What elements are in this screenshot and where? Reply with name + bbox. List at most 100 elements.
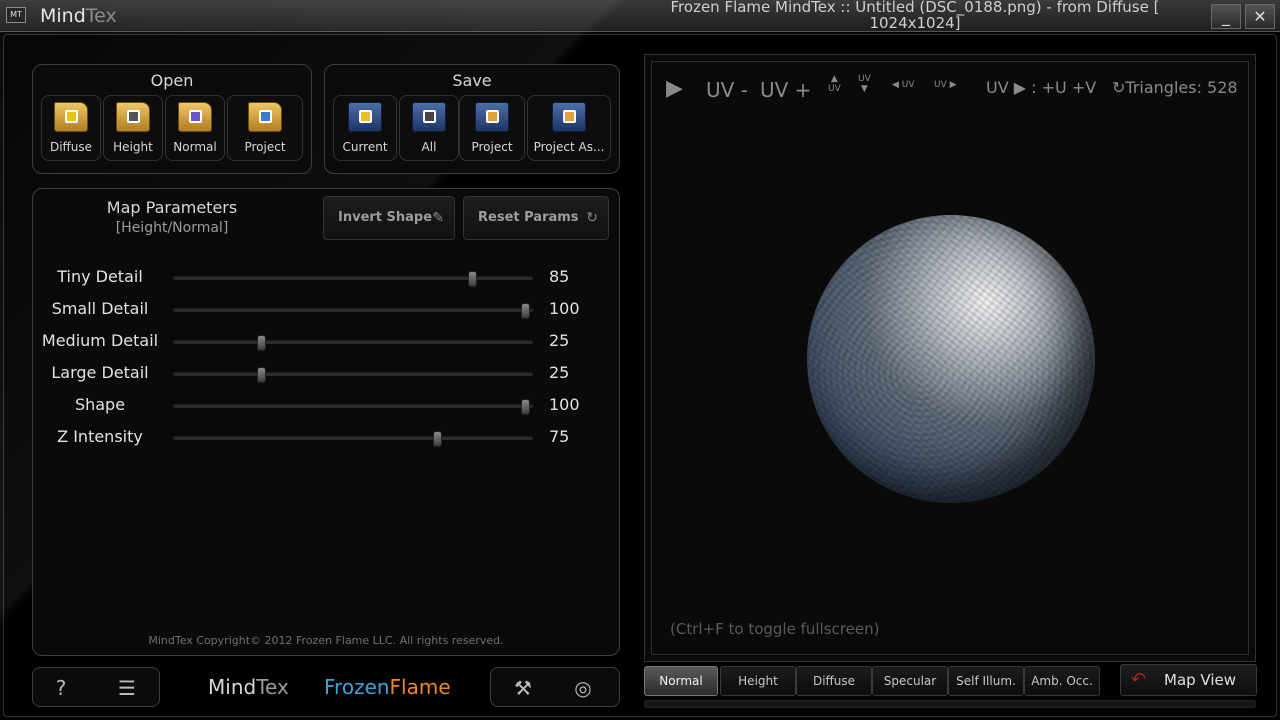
slider-row: Shape 100 — [33, 389, 621, 421]
slider-label: Z Intensity — [57, 427, 143, 446]
frozenflame-logo: FrozenFlame — [324, 675, 451, 699]
slider-handle[interactable] — [521, 303, 530, 319]
refresh-icon[interactable]: ↻ — [1112, 78, 1125, 97]
slider-label: Shape — [74, 395, 126, 414]
uv-down-label: UV — [858, 74, 871, 84]
open-project-button[interactable]: Project — [227, 95, 303, 161]
invert-shape-button[interactable]: Invert Shape ✎ — [323, 196, 455, 240]
app-name-part1: Mind — [40, 5, 86, 27]
app-badge-icon: MT — [6, 7, 26, 23]
slider-row: Large Detail 25 — [33, 357, 621, 389]
folder-normal-icon — [178, 102, 212, 132]
uv-animate-button[interactable]: UV ▶ : +U +V — [986, 78, 1096, 97]
slider-track[interactable] — [173, 303, 533, 319]
copyright-text: MindTex Copyright© 2012 Frozen Flame LLC… — [148, 634, 504, 647]
slider-label: Large Detail — [51, 363, 149, 382]
reset-params-button[interactable]: Reset Params ↻ — [463, 196, 609, 240]
slider-value: 100 — [549, 299, 580, 318]
map-parameters-title: Map Parameters — [106, 198, 238, 217]
map-parameters-panel: Map Parameters [Height/Normal] Invert Sh… — [32, 188, 620, 656]
slider-row: Tiny Detail 85 — [33, 261, 621, 293]
slider-track[interactable] — [173, 399, 533, 415]
save-project-as-label: Project As... — [533, 140, 605, 154]
reset-params-label: Reset Params — [478, 210, 579, 225]
folder-project-icon — [248, 102, 282, 132]
invert-shape-label: Invert Shape — [338, 210, 433, 225]
save-project-label: Project — [471, 140, 513, 154]
save-all-button[interactable]: All — [399, 95, 459, 161]
slider-track[interactable] — [173, 335, 533, 351]
slider-row: Medium Detail 25 — [33, 325, 621, 357]
slider-handle[interactable] — [433, 431, 442, 447]
help-toolbar: ? ☰ — [32, 667, 160, 707]
app-name-part2: Tex — [85, 5, 117, 27]
minimize-button[interactable]: _ — [1211, 4, 1241, 29]
wrench-icon[interactable]: ⚒ — [509, 674, 537, 702]
open-group: Open Diffuse Height Normal Project — [32, 64, 312, 174]
uv-left-label: UV — [901, 80, 915, 90]
invert-shape-icon: ✎ — [432, 210, 444, 226]
open-height-label: Height — [113, 140, 153, 154]
save-project-as-button[interactable]: Project As... — [527, 95, 611, 161]
frozenflame-logo-part2: Flame — [389, 675, 451, 699]
uv-down-button[interactable]: UV ▼ — [858, 74, 871, 94]
tab-normal[interactable]: Normal — [644, 666, 718, 696]
slider-value: 100 — [549, 395, 580, 414]
uv-minus-button[interactable]: UV - — [706, 78, 748, 102]
folder-diffuse-icon — [54, 102, 88, 132]
map-view-label: Map View — [1164, 671, 1237, 689]
slider-value: 25 — [549, 331, 570, 350]
close-button[interactable]: ✕ — [1245, 4, 1275, 29]
slider-handle[interactable] — [521, 399, 530, 415]
slider-track[interactable] — [173, 271, 533, 287]
map-parameters-header: Map Parameters [Height/Normal] — [33, 189, 311, 249]
settings-toolbar: ⚒ ◎ — [490, 667, 620, 707]
play-icon[interactable]: ▶ — [666, 76, 683, 101]
save-current-button[interactable]: Current — [333, 95, 397, 161]
map-view-button[interactable]: ↶ Map View — [1120, 664, 1257, 696]
slider-handle[interactable] — [257, 335, 266, 351]
tab-height[interactable]: Height — [720, 666, 796, 696]
mindtex-logo-part2: Tex — [256, 675, 289, 699]
disk-all-icon — [412, 102, 446, 132]
slider-track[interactable] — [173, 431, 533, 447]
slider-row: Small Detail 100 — [33, 293, 621, 325]
disk-project-icon — [475, 102, 509, 132]
frozenflame-logo-part1: Frozen — [324, 675, 390, 699]
disk-current-icon — [348, 102, 382, 132]
mindtex-logo: MindTex — [208, 675, 289, 699]
tab-amb-occ[interactable]: Amb. Occ. — [1024, 666, 1100, 696]
manual-book-icon[interactable]: ☰ — [113, 674, 141, 702]
slider-row: Z Intensity 75 — [33, 421, 621, 453]
slider-value: 25 — [549, 363, 570, 382]
open-normal-button[interactable]: Normal — [165, 95, 225, 161]
preview-sphere-texture — [807, 215, 1095, 503]
tab-self-illum[interactable]: Self Illum. — [948, 666, 1024, 696]
open-diffuse-label: Diffuse — [49, 140, 93, 154]
help-icon[interactable]: ? — [47, 674, 75, 702]
tab-diffuse[interactable]: Diffuse — [796, 666, 872, 696]
slider-handle[interactable] — [468, 271, 478, 287]
save-project-button[interactable]: Project — [459, 95, 525, 161]
undo-arrow-icon: ↶ — [1131, 669, 1147, 690]
slider-label: Medium Detail — [41, 331, 159, 350]
uv-plus-button[interactable]: UV + — [760, 78, 811, 102]
app-name: MindTex — [40, 5, 117, 27]
save-current-label: Current — [342, 140, 388, 154]
triangles-readout: ↻Triangles: 528 — [1112, 78, 1238, 97]
status-bar — [644, 700, 1256, 708]
folder-height-icon — [116, 102, 150, 132]
open-normal-label: Normal — [173, 140, 217, 154]
uv-right-button[interactable]: UV ▶ — [934, 80, 957, 90]
slider-value: 75 — [549, 427, 570, 446]
open-diffuse-button[interactable]: Diffuse — [41, 95, 101, 161]
slider-value: 85 — [549, 267, 570, 286]
title-bar: MT MindTex Frozen Flame MindTex :: Untit… — [0, 0, 1280, 32]
open-height-button[interactable]: Height — [103, 95, 163, 161]
slider-handle[interactable] — [257, 367, 266, 383]
tab-specular[interactable]: Specular — [872, 666, 948, 696]
uv-up-button[interactable]: ▲ UV — [828, 74, 841, 94]
slider-track[interactable] — [173, 367, 533, 383]
uv-left-button[interactable]: ◀ UV — [892, 80, 915, 90]
globe-icon[interactable]: ◎ — [569, 674, 597, 702]
